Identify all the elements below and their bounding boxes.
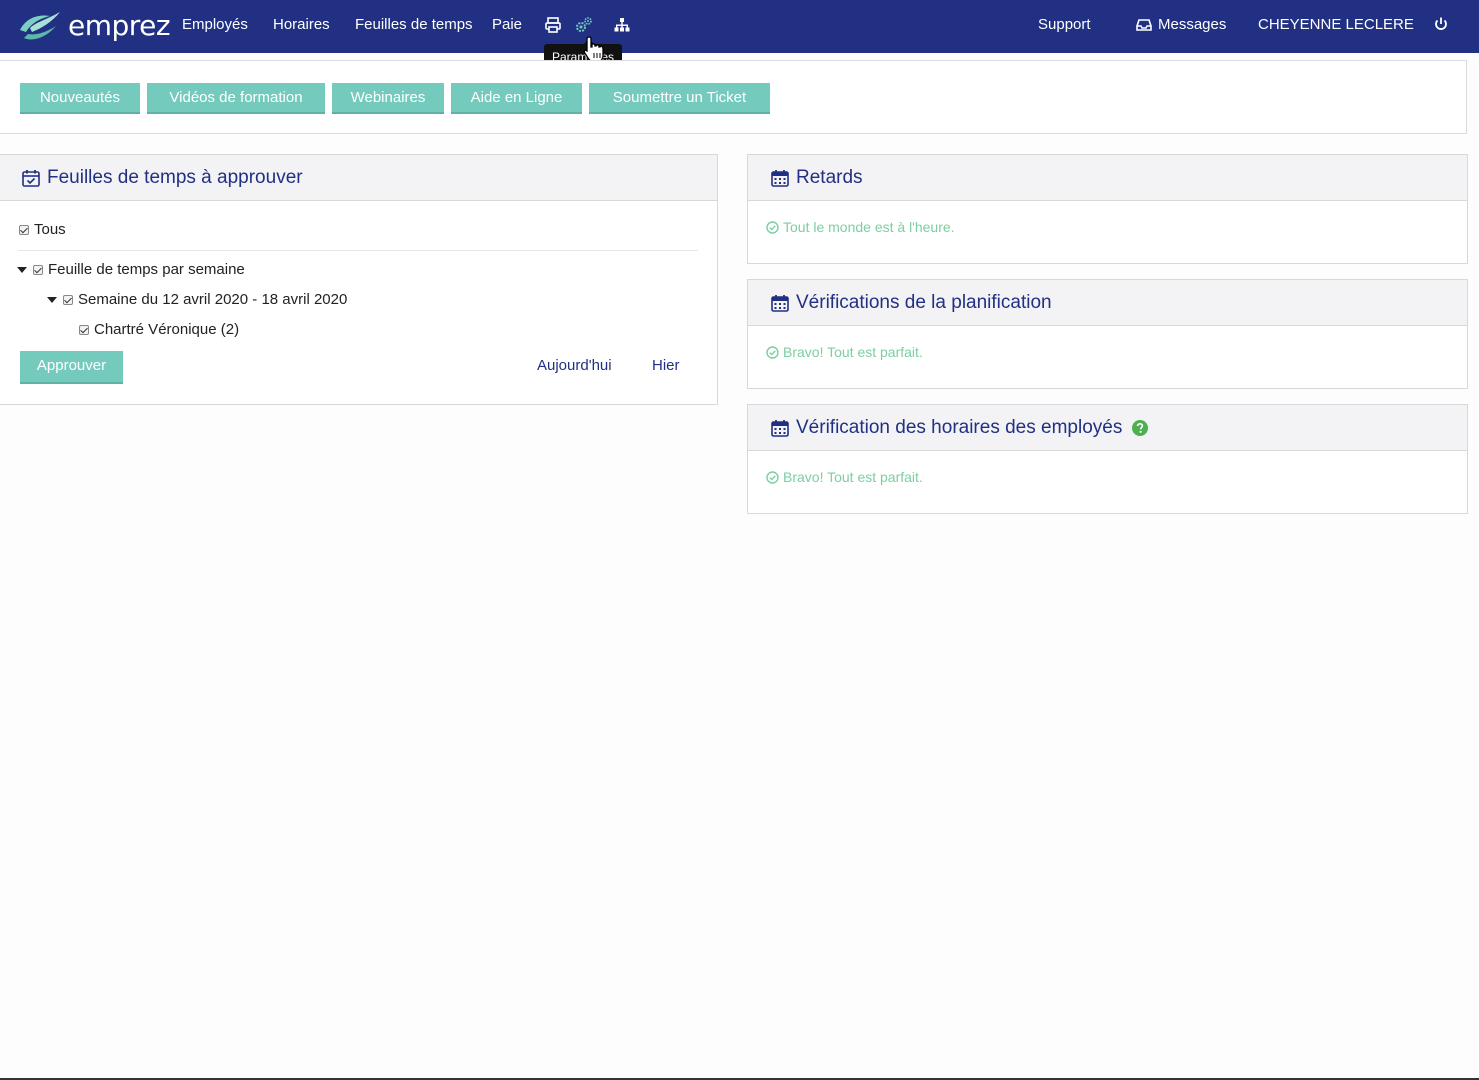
checkbox-group[interactable] — [33, 264, 43, 275]
brand-name: emprez — [68, 8, 171, 42]
caret-down-icon[interactable] — [17, 266, 27, 273]
quick-links-bar: Nouveautés Vidéos de formation Webinaire… — [0, 60, 1467, 134]
retards-message: Tout le monde est à l'heure. — [783, 219, 955, 235]
tree-label-employee: Chartré Véronique (2) — [94, 321, 240, 338]
tree-row-group: Feuille de temps par semaine — [17, 261, 245, 278]
nav-paie[interactable]: Paie — [492, 16, 522, 33]
check-circle-icon — [766, 220, 779, 234]
nav-feuilles-de-temps[interactable]: Feuilles de temps — [355, 16, 473, 33]
check-circle-icon — [766, 345, 779, 359]
horaires-panel: Vérification des horaires des employés B… — [747, 404, 1468, 514]
planification-panel-header: Vérifications de la planification — [748, 280, 1467, 326]
horaires-panel-title: Vérification des horaires des employés — [796, 416, 1123, 438]
check-circle-icon — [766, 470, 779, 484]
nouveautes-button[interactable]: Nouveautés — [20, 83, 140, 114]
user-menu[interactable]: CHEYENNE LECLERE — [1258, 16, 1414, 33]
checkbox-week[interactable] — [63, 294, 73, 305]
retards-status: Tout le monde est à l'heure. — [766, 219, 955, 235]
yesterday-link[interactable]: Hier — [652, 357, 680, 374]
tree-row-employee: Chartré Véronique (2) — [79, 321, 239, 338]
retards-panel: Retards Tout le monde est à l'heure. — [747, 154, 1468, 264]
settings-icon[interactable] — [575, 16, 593, 34]
nav-support[interactable]: Support — [1038, 16, 1091, 33]
videos-formation-button[interactable]: Vidéos de formation — [147, 83, 325, 114]
help-icon[interactable] — [1132, 419, 1149, 436]
nav-horaires[interactable]: Horaires — [273, 16, 330, 33]
print-icon[interactable] — [544, 16, 562, 34]
planification-panel-title: Vérifications de la planification — [796, 291, 1052, 313]
horaires-panel-header: Vérification des horaires des employés — [748, 405, 1467, 451]
planification-message: Bravo! Tout est parfait. — [783, 344, 923, 360]
emprez-logo-icon — [20, 12, 60, 40]
today-link[interactable]: Aujourd'hui — [537, 357, 612, 374]
tree-label-group: Feuille de temps par semaine — [48, 261, 245, 278]
top-navbar: emprez Employés Horaires Feuilles de tem… — [0, 0, 1479, 53]
horaires-message: Bravo! Tout est parfait. — [783, 469, 923, 485]
retards-panel-header: Retards — [748, 155, 1467, 201]
inbox-icon[interactable] — [1136, 18, 1154, 36]
tree-row-week: Semaine du 12 avril 2020 - 18 avril 2020 — [47, 291, 347, 308]
calendar-icon — [771, 294, 789, 312]
tree-row-all: Tous — [19, 221, 66, 238]
calendar-icon — [771, 419, 789, 437]
horaires-status: Bravo! Tout est parfait. — [766, 469, 923, 485]
brand-logo[interactable]: emprez — [16, 8, 171, 44]
tree-label-week: Semaine du 12 avril 2020 - 18 avril 2020 — [78, 291, 348, 308]
aide-en-ligne-button[interactable]: Aide en Ligne — [451, 83, 582, 114]
tree-label-all: Tous — [34, 221, 66, 238]
webinaires-button[interactable]: Webinaires — [332, 83, 444, 114]
planification-panel: Vérifications de la planification Bravo!… — [747, 279, 1468, 389]
timesheets-panel-title: Feuilles de temps à approuver — [47, 166, 303, 188]
calendar-icon — [771, 169, 789, 187]
retards-panel-title: Retards — [796, 166, 863, 188]
nav-employes[interactable]: Employés — [182, 16, 248, 33]
checkbox-all[interactable] — [19, 224, 29, 235]
power-icon[interactable] — [1433, 16, 1451, 34]
approve-button[interactable]: Approuver — [20, 351, 123, 384]
checkbox-employee[interactable] — [79, 324, 89, 335]
calendar-check-icon — [22, 169, 40, 187]
planification-status: Bravo! Tout est parfait. — [766, 344, 923, 360]
caret-down-icon[interactable] — [47, 296, 57, 303]
timesheets-panel-header: Feuilles de temps à approuver — [0, 155, 717, 201]
divider — [18, 250, 698, 251]
soumettre-ticket-button[interactable]: Soumettre un Ticket — [589, 83, 770, 114]
org-chart-icon[interactable] — [613, 16, 631, 34]
nav-messages[interactable]: Messages — [1158, 16, 1226, 33]
